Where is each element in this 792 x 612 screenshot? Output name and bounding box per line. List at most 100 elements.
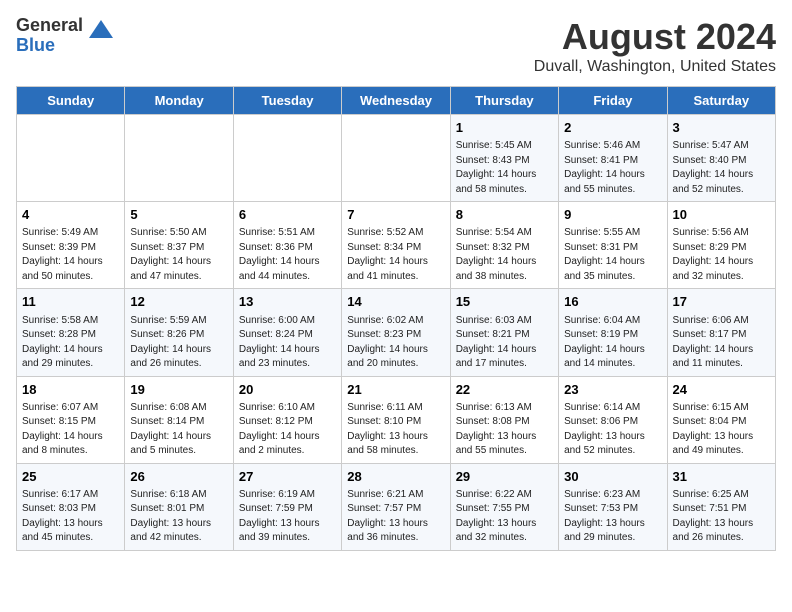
main-title: August 2024 — [534, 16, 776, 58]
calendar-cell: 1 Sunrise: 5:45 AM Sunset: 8:43 PM Daylig… — [450, 115, 558, 202]
day-number: 12 — [130, 293, 227, 311]
calendar-cell: 8 Sunrise: 5:54 AM Sunset: 8:32 PM Daylig… — [450, 202, 558, 289]
calendar-cell: 22Sunrise: 6:13 AM Sunset: 8:08 PM Dayli… — [450, 376, 558, 463]
calendar-table: SundayMondayTuesdayWednesdayThursdayFrid… — [16, 86, 776, 551]
day-info: Sunrise: 6:11 AM Sunset: 8:10 PM Dayligh… — [347, 401, 444, 459]
day-number: 3 — [673, 119, 770, 137]
day-number: 6 — [239, 206, 336, 224]
day-info: Sunrise: 5:52 AM Sunset: 8:34 PM Dayligh… — [347, 226, 444, 284]
calendar-header-saturday: Saturday — [667, 87, 775, 115]
day-info: Sunrise: 6:08 AM Sunset: 8:14 PM Dayligh… — [130, 401, 227, 459]
day-info: Sunrise: 6:18 AM Sunset: 8:01 PM Dayligh… — [130, 488, 227, 546]
day-number: 1 — [456, 119, 553, 137]
calendar-cell: 3 Sunrise: 5:47 AM Sunset: 8:40 PM Daylig… — [667, 115, 775, 202]
day-number: 4 — [22, 206, 119, 224]
calendar-cell: 30 Sunrise: 6:23 AM Sunset: 7:53 PM Dayli… — [559, 463, 667, 550]
calendar-header-monday: Monday — [125, 87, 233, 115]
day-number: 27 — [239, 468, 336, 486]
day-number: 18 — [22, 381, 119, 399]
day-info: Sunrise: 6:07 AM Sunset: 8:15 PM Dayligh… — [22, 401, 119, 459]
calendar-cell — [125, 115, 233, 202]
day-number: 20 — [239, 381, 336, 399]
calendar-header-sunday: Sunday — [17, 87, 125, 115]
day-number: 5 — [130, 206, 227, 224]
day-number: 19 — [130, 381, 227, 399]
calendar-week-row: 4 Sunrise: 5:49 AM Sunset: 8:39 PM Daylig… — [17, 202, 776, 289]
calendar-cell: 23 Sunrise: 6:14 AM Sunset: 8:06 PM Dayli… — [559, 376, 667, 463]
calendar-cell — [17, 115, 125, 202]
day-info: Sunrise: 6:17 AM Sunset: 8:03 PM Dayligh… — [22, 488, 119, 546]
day-info: Sunrise: 5:54 AM Sunset: 8:32 PM Dayligh… — [456, 226, 553, 284]
header: General Blue August 2024 Duvall, Washing… — [16, 16, 776, 76]
calendar-cell: 13 Sunrise: 6:00 AM Sunset: 8:24 PM Dayli… — [233, 289, 341, 376]
day-info: Sunrise: 6:14 AM Sunset: 8:06 PM Dayligh… — [564, 401, 661, 459]
day-info: Sunrise: 5:47 AM Sunset: 8:40 PM Dayligh… — [673, 139, 770, 197]
day-info: Sunrise: 6:04 AM Sunset: 8:19 PM Dayligh… — [564, 314, 661, 372]
day-number: 28 — [347, 468, 444, 486]
calendar-cell: 19 Sunrise: 6:08 AM Sunset: 8:14 PM Dayli… — [125, 376, 233, 463]
day-number: 30 — [564, 468, 661, 486]
day-info: Sunrise: 6:25 AM Sunset: 7:51 PM Dayligh… — [673, 488, 770, 546]
day-number: 11 — [22, 293, 119, 311]
day-number: 13 — [239, 293, 336, 311]
calendar-cell: 18 Sunrise: 6:07 AM Sunset: 8:15 PM Dayli… — [17, 376, 125, 463]
calendar-header-row: SundayMondayTuesdayWednesdayThursdayFrid… — [17, 87, 776, 115]
calendar-header-wednesday: Wednesday — [342, 87, 450, 115]
day-info: Sunrise: 5:56 AM Sunset: 8:29 PM Dayligh… — [673, 226, 770, 284]
calendar-cell: 11 Sunrise: 5:58 AM Sunset: 8:28 PM Dayli… — [17, 289, 125, 376]
calendar-cell: 5Sunrise: 5:50 AM Sunset: 8:37 PM Daylig… — [125, 202, 233, 289]
day-info: Sunrise: 6:00 AM Sunset: 8:24 PM Dayligh… — [239, 314, 336, 372]
day-info: Sunrise: 5:49 AM Sunset: 8:39 PM Dayligh… — [22, 226, 119, 284]
day-number: 14 — [347, 293, 444, 311]
day-number: 24 — [673, 381, 770, 399]
day-info: Sunrise: 5:59 AM Sunset: 8:26 PM Dayligh… — [130, 314, 227, 372]
day-number: 17 — [673, 293, 770, 311]
calendar-cell: 26 Sunrise: 6:18 AM Sunset: 8:01 PM Dayli… — [125, 463, 233, 550]
calendar-header-tuesday: Tuesday — [233, 87, 341, 115]
calendar-cell: 10 Sunrise: 5:56 AM Sunset: 8:29 PM Dayli… — [667, 202, 775, 289]
calendar-cell: 28 Sunrise: 6:21 AM Sunset: 7:57 PM Dayli… — [342, 463, 450, 550]
day-number: 25 — [22, 468, 119, 486]
day-number: 15 — [456, 293, 553, 311]
calendar-cell: 12 Sunrise: 5:59 AM Sunset: 8:26 PM Dayli… — [125, 289, 233, 376]
day-number: 10 — [673, 206, 770, 224]
calendar-cell: 24Sunrise: 6:15 AM Sunset: 8:04 PM Dayli… — [667, 376, 775, 463]
day-info: Sunrise: 5:58 AM Sunset: 8:28 PM Dayligh… — [22, 314, 119, 372]
day-info: Sunrise: 6:19 AM Sunset: 7:59 PM Dayligh… — [239, 488, 336, 546]
calendar-cell: 27 Sunrise: 6:19 AM Sunset: 7:59 PM Dayli… — [233, 463, 341, 550]
day-info: Sunrise: 6:10 AM Sunset: 8:12 PM Dayligh… — [239, 401, 336, 459]
day-info: Sunrise: 6:21 AM Sunset: 7:57 PM Dayligh… — [347, 488, 444, 546]
day-info: Sunrise: 5:51 AM Sunset: 8:36 PM Dayligh… — [239, 226, 336, 284]
calendar-week-row: 1 Sunrise: 5:45 AM Sunset: 8:43 PM Daylig… — [17, 115, 776, 202]
day-info: Sunrise: 6:03 AM Sunset: 8:21 PM Dayligh… — [456, 314, 553, 372]
day-info: Sunrise: 6:06 AM Sunset: 8:17 PM Dayligh… — [673, 314, 770, 372]
calendar-cell: 20 Sunrise: 6:10 AM Sunset: 8:12 PM Dayli… — [233, 376, 341, 463]
calendar-cell: 16Sunrise: 6:04 AM Sunset: 8:19 PM Dayli… — [559, 289, 667, 376]
calendar-cell: 15 Sunrise: 6:03 AM Sunset: 8:21 PM Dayli… — [450, 289, 558, 376]
day-info: Sunrise: 5:45 AM Sunset: 8:43 PM Dayligh… — [456, 139, 553, 197]
calendar-cell: 4 Sunrise: 5:49 AM Sunset: 8:39 PM Daylig… — [17, 202, 125, 289]
calendar-cell: 2Sunrise: 5:46 AM Sunset: 8:41 PM Daylig… — [559, 115, 667, 202]
day-number: 29 — [456, 468, 553, 486]
calendar-header-friday: Friday — [559, 87, 667, 115]
day-info: Sunrise: 5:55 AM Sunset: 8:31 PM Dayligh… — [564, 226, 661, 284]
day-number: 8 — [456, 206, 553, 224]
day-info: Sunrise: 6:23 AM Sunset: 7:53 PM Dayligh… — [564, 488, 661, 546]
calendar-week-row: 25 Sunrise: 6:17 AM Sunset: 8:03 PM Dayli… — [17, 463, 776, 550]
calendar-week-row: 11 Sunrise: 5:58 AM Sunset: 8:28 PM Dayli… — [17, 289, 776, 376]
day-number: 22 — [456, 381, 553, 399]
day-number: 26 — [130, 468, 227, 486]
calendar-cell: 17 Sunrise: 6:06 AM Sunset: 8:17 PM Dayli… — [667, 289, 775, 376]
calendar-cell — [233, 115, 341, 202]
calendar-cell: 21 Sunrise: 6:11 AM Sunset: 8:10 PM Dayli… — [342, 376, 450, 463]
calendar-cell: 7Sunrise: 5:52 AM Sunset: 8:34 PM Daylig… — [342, 202, 450, 289]
calendar-cell: 31Sunrise: 6:25 AM Sunset: 7:51 PM Dayli… — [667, 463, 775, 550]
day-number: 21 — [347, 381, 444, 399]
day-number: 9 — [564, 206, 661, 224]
day-info: Sunrise: 5:46 AM Sunset: 8:41 PM Dayligh… — [564, 139, 661, 197]
calendar-cell: 14Sunrise: 6:02 AM Sunset: 8:23 PM Dayli… — [342, 289, 450, 376]
logo-general-text: General — [16, 16, 83, 36]
calendar-header-thursday: Thursday — [450, 87, 558, 115]
logo-icon — [87, 18, 115, 46]
day-number: 23 — [564, 381, 661, 399]
